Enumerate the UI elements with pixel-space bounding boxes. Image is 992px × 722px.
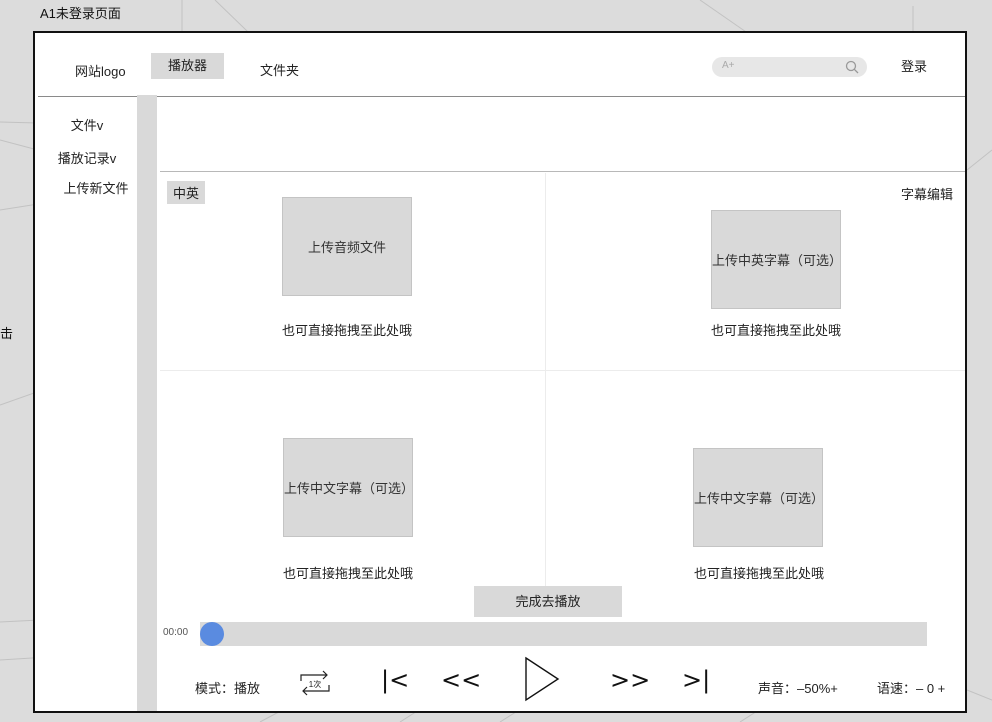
mode-label[interactable]: 模式：播放 [195,678,260,697]
upload-chinese-subtitle-button-2[interactable]: 上传中文字幕（可选） [693,448,824,547]
search-input[interactable]: A+ [712,57,867,77]
finish-and-play-button[interactable]: 完成去播放 [474,586,622,617]
search-placeholder: A+ [722,60,735,71]
previous-button[interactable]: |< [381,666,409,694]
drag-hint: 也可直接拖拽至此处哦 [283,566,414,581]
app-window: 网站logo 播放器 文件夹 A+ 登录 文件v 播放记录v 上传新文件 中英 … [33,31,967,713]
drag-hint: 也可直接拖拽至此处哦 [694,566,825,581]
panel-divider-vertical [545,173,546,588]
drag-hint: 也可直接拖拽至此处哦 [282,323,413,338]
nav-tab-player[interactable]: 播放器 [151,53,224,79]
rewind-button[interactable]: << [441,666,481,694]
speed-control[interactable]: 语速：– 0 + [877,678,945,697]
progress-handle[interactable] [200,622,224,646]
language-tab[interactable]: 中英 [167,181,206,204]
site-logo[interactable]: 网站logo [75,61,126,80]
nav-tab-folder[interactable]: 文件夹 [260,60,299,79]
search-icon[interactable] [845,60,859,79]
repeat-icon: 1次 [300,670,330,696]
edge-label: 击 [0,326,14,341]
toolbar-divider [160,171,965,172]
sidebar-item-files[interactable]: 文件v [35,115,149,134]
progress-bar[interactable] [200,622,927,646]
subtitle-edit-link[interactable]: 字幕编辑 [901,184,953,203]
login-link[interactable]: 登录 [901,56,927,75]
play-icon [525,656,560,702]
upload-chinese-subtitle-button[interactable]: 上传中文字幕（可选） [283,438,414,537]
volume-control[interactable]: 声音：–50%+ [758,678,838,697]
header-divider [38,96,965,97]
sidebar-scrollbar[interactable] [137,95,157,711]
playback-time: 00:00 [163,627,189,638]
play-button[interactable] [523,656,561,702]
upload-audio-button[interactable]: 上传音频文件 [282,197,412,296]
drag-hint: 也可直接拖拽至此处哦 [711,323,842,338]
next-button[interactable]: >| [682,666,710,694]
page-label: A1未登录页面 [40,6,121,21]
loop-button[interactable]: 1次 [297,669,333,697]
sidebar-item-history[interactable]: 播放记录v [35,148,149,167]
forward-button[interactable]: >> [610,666,650,694]
loop-count: 1次 [309,679,321,689]
panel-divider-horizontal [160,370,965,371]
upload-bilingual-subtitle-button[interactable]: 上传中英字幕（可选） [711,210,842,309]
